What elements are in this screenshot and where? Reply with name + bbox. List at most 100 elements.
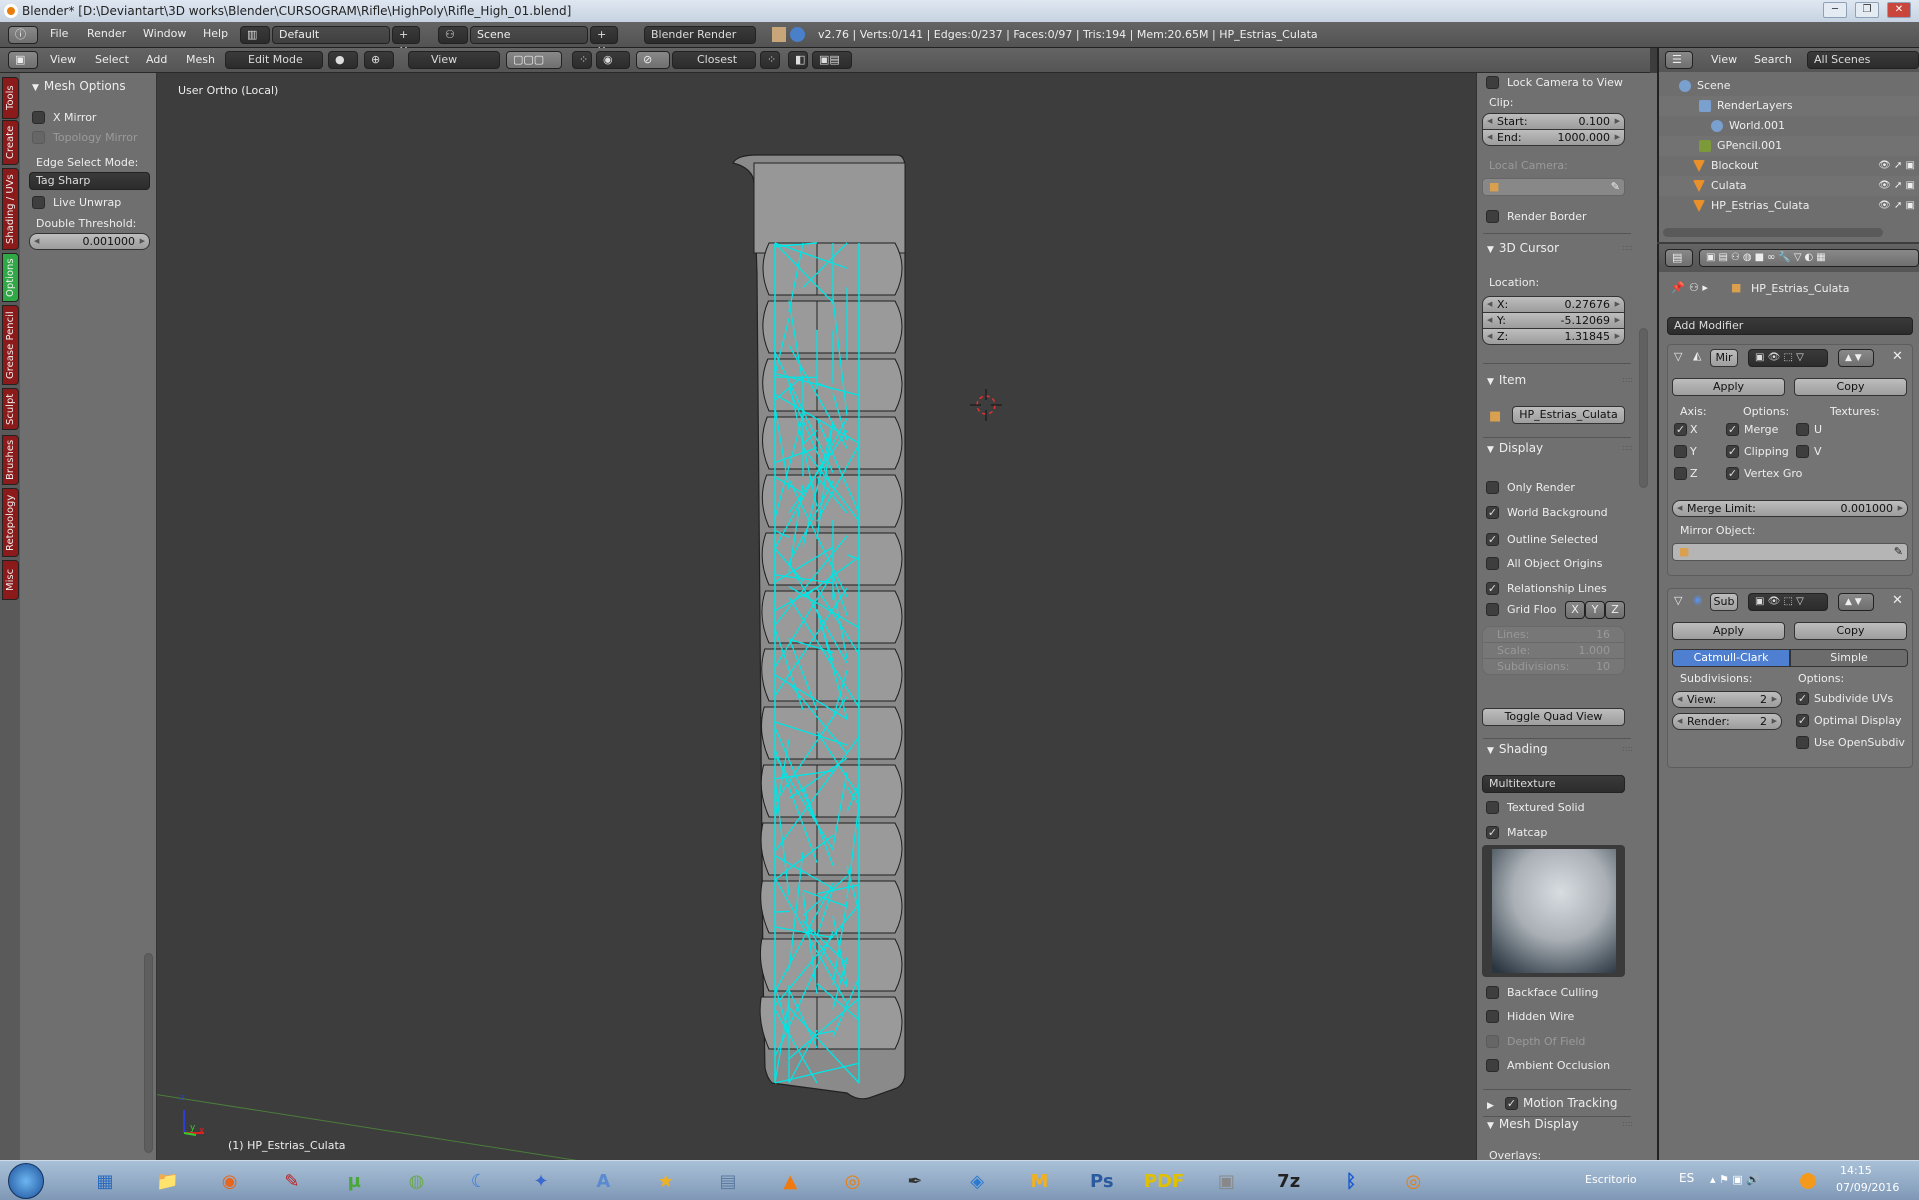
shading-panel-header[interactable]: ▼ Shading — [1487, 742, 1548, 756]
move-up-down-buttons[interactable]: ▲ ▼ — [1838, 593, 1874, 611]
minimize-button[interactable]: ─ — [1823, 2, 1847, 18]
mirror-copy-button[interactable]: Copy — [1794, 378, 1907, 396]
menu-select[interactable]: Select — [95, 53, 129, 66]
panel-grip-icon[interactable]: :::: — [1622, 443, 1633, 452]
mirror-u-checkbox[interactable] — [1796, 423, 1809, 436]
mesh-options-panel-header[interactable]: ▼ Mesh Options — [32, 79, 126, 93]
mirror-z-checkbox[interactable] — [1674, 467, 1687, 480]
pin-icon[interactable]: 📌 — [1671, 281, 1685, 294]
toggle-quad-view-button[interactable]: Toggle Quad View — [1482, 708, 1625, 726]
mirror-v-checkbox[interactable] — [1796, 445, 1809, 458]
x-mirror-checkbox[interactable] — [32, 111, 45, 124]
clock-date[interactable]: 07/09/2016 — [1836, 1181, 1899, 1194]
item-panel-header[interactable]: ▼ Item — [1487, 373, 1526, 387]
tab-misc[interactable]: Misc — [2, 560, 19, 600]
menu-window[interactable]: Window — [143, 27, 186, 40]
tab-retopology[interactable]: Retopology — [2, 488, 19, 557]
tab-grease-pencil[interactable]: Grease Pencil — [2, 305, 19, 385]
outliner-item-world-001[interactable]: World.001 — [1659, 116, 1919, 136]
taskbar-photoshop-icon[interactable]: Ps — [1077, 1165, 1127, 1199]
clip-start-field[interactable]: ◀ Start: 0.100 ▶ — [1482, 113, 1625, 130]
mesh-display-panel-header[interactable]: ▼ Mesh Display — [1487, 1117, 1579, 1131]
menu-add[interactable]: Add — [146, 53, 167, 66]
tab-create[interactable]: Create — [2, 120, 19, 165]
menu-render[interactable]: Render — [87, 27, 126, 40]
taskbar-inkscape-icon[interactable]: ✒ — [890, 1165, 940, 1199]
modifier-name-field[interactable]: Sub — [1710, 593, 1738, 611]
ambient-occlusion-checkbox[interactable] — [1486, 1059, 1499, 1072]
taskbar-paint-app-icon[interactable]: ✦ — [516, 1165, 566, 1199]
3d-viewport[interactable]: User Ortho (Local) z x y (1) HP_Estrias_… — [157, 73, 1476, 1160]
taskbar-7zip-icon[interactable]: 7z — [1264, 1165, 1314, 1199]
3d-cursor-panel-header[interactable]: ▼ 3D Cursor — [1487, 241, 1559, 255]
outliner-item-renderlayers[interactable]: RenderLayers — [1659, 96, 1919, 116]
matcap-checkbox[interactable]: ✓ — [1486, 826, 1499, 839]
tab-options[interactable]: Options — [2, 253, 19, 302]
edge-select-mode-dropdown[interactable]: Tag Sharp — [29, 172, 150, 190]
optimal-display-checkbox[interactable]: ✓ — [1796, 714, 1809, 727]
cursor-z-field[interactable]: ◀ Z: 1.31845 ▶ — [1482, 328, 1625, 345]
taskbar-120x-app-icon[interactable]: ★ — [641, 1165, 691, 1199]
outliner-item-scene[interactable]: Scene — [1659, 76, 1919, 96]
editor-type-3dview-icon[interactable]: ▣ — [8, 51, 38, 69]
panel-grip-icon[interactable]: :::: — [1622, 375, 1633, 384]
editor-type-info-icon[interactable]: ⓘ — [8, 26, 38, 44]
matcap-preview[interactable] — [1482, 845, 1625, 977]
add-modifier-dropdown[interactable]: Add Modifier — [1667, 317, 1913, 335]
taskbar-text-app-icon[interactable]: A — [578, 1165, 628, 1199]
clip-end-field[interactable]: ◀ End: 1000.000 ▶ — [1482, 129, 1625, 146]
backface-culling-checkbox[interactable] — [1486, 986, 1499, 999]
eyedropper-icon[interactable]: ✎ — [1894, 544, 1903, 560]
layout-icon[interactable]: ▥ — [240, 26, 270, 44]
visibility-select-render-icons[interactable]: 👁 ➚ ▣ — [1878, 156, 1915, 176]
visibility-select-render-icons[interactable]: 👁 ➚ ▣ — [1878, 196, 1915, 216]
only-render-checkbox[interactable] — [1486, 481, 1499, 494]
move-up-down-buttons[interactable]: ▲ ▼ — [1838, 349, 1874, 367]
editor-type-properties-icon[interactable]: ▤ — [1665, 249, 1693, 267]
select-mode-buttons[interactable]: ▢▢▢ — [506, 51, 562, 69]
taskbar-calculator-icon[interactable]: ▤ — [703, 1165, 753, 1199]
taskbar-blender-icon[interactable]: ◎ — [1388, 1165, 1438, 1199]
taskbar-camera-app-icon[interactable]: ▣ — [1201, 1165, 1251, 1199]
lock-camera-checkbox[interactable] — [1486, 76, 1499, 89]
taskbar-vlc-icon[interactable]: ▲ — [765, 1165, 815, 1199]
item-name-field[interactable]: HP_Estrias_Culata — [1512, 406, 1625, 424]
subsurf-apply-button[interactable]: Apply — [1672, 622, 1785, 640]
taskbar-blender-icon[interactable]: ◎ — [828, 1165, 878, 1199]
taskbar-android-app-icon[interactable]: ◍ — [392, 1165, 442, 1199]
mode-select[interactable]: Edit Mode — [225, 51, 323, 69]
layout-add-remove[interactable]: + ✕ — [392, 26, 420, 57]
mirror-y-checkbox[interactable] — [1674, 445, 1687, 458]
layout-select[interactable]: Default — [272, 26, 390, 44]
menu-mesh[interactable]: Mesh — [186, 53, 215, 66]
scene-select[interactable]: Scene — [470, 26, 588, 44]
eyedropper-icon[interactable]: ✎ — [1611, 179, 1620, 195]
modifier-name-field[interactable]: Mir — [1710, 349, 1738, 367]
outliner-item-blockout[interactable]: Blockout 👁 ➚ ▣ — [1659, 156, 1919, 176]
render-border-checkbox[interactable] — [1486, 210, 1499, 223]
use-opensubdiv-checkbox[interactable] — [1796, 736, 1809, 749]
live-unwrap-checkbox[interactable] — [32, 196, 45, 209]
taskbar-maya-icon[interactable]: M — [1015, 1165, 1065, 1199]
collapse-icon[interactable]: ▽ — [1674, 594, 1682, 607]
subdivide-uvs-checkbox[interactable]: ✓ — [1796, 692, 1809, 705]
tab-tools[interactable]: Tools — [2, 77, 19, 119]
outline-selected-checkbox[interactable]: ✓ — [1486, 533, 1499, 546]
subsurf-render-field[interactable]: ◀ Render: 2 ▶ — [1672, 713, 1782, 730]
outliner-item-gpencil-001[interactable]: GPencil.001 — [1659, 136, 1919, 156]
snap-options-icon[interactable]: ⁘ — [760, 51, 780, 69]
grid-axis-x-toggle[interactable]: X — [1565, 601, 1585, 619]
taskbar-file-explorer-icon[interactable]: 📁 — [142, 1165, 192, 1199]
simple-option[interactable]: Simple — [1790, 649, 1908, 667]
taskbar-shield-app-icon[interactable]: ◈ — [952, 1165, 1002, 1199]
local-camera-field[interactable]: ■ ✎ — [1482, 178, 1625, 196]
taskbar-pdf-reader-icon[interactable]: PDF — [1139, 1165, 1189, 1199]
tab-shading-uvs[interactable]: Shading / UVs — [2, 168, 19, 250]
mirror-clipping-checkbox[interactable]: ✓ — [1726, 445, 1739, 458]
tab-sculpt[interactable]: Sculpt — [2, 388, 19, 430]
grid-floor-checkbox[interactable] — [1486, 603, 1499, 616]
subsurf-copy-button[interactable]: Copy — [1794, 622, 1907, 640]
mirror-object-field[interactable]: ■ ✎ — [1672, 543, 1908, 561]
catmull-clark-option[interactable]: Catmull-Clark — [1672, 649, 1790, 667]
outliner-item-hp-estrias-culata[interactable]: HP_Estrias_Culata 👁 ➚ ▣ — [1659, 196, 1919, 216]
